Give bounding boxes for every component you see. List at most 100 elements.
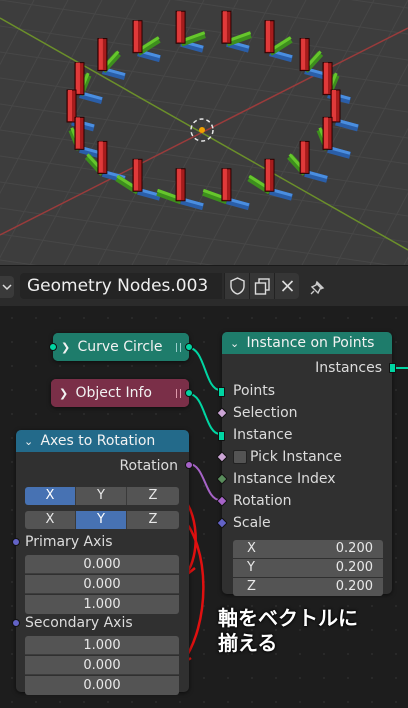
scale-y-field[interactable]: Y 0.200 [233, 559, 383, 577]
node-title: Instance on Points [246, 335, 375, 351]
curve-circle-header: ❯ Curve Circle [53, 333, 189, 361]
scale-input-label: Scale [233, 515, 271, 531]
secondary-axis-x-field[interactable]: 1.000 [25, 636, 179, 655]
grid-line [0, 0, 408, 61]
primary-axis-x-field[interactable]: 0.000 [25, 555, 179, 574]
curve-circle-node[interactable]: ❯ Curve Circle [49, 333, 193, 361]
axes-to-rotation-node[interactable]: ⌄ Axes to Rotation Rotation X Y Z X Y Z … [12, 430, 193, 695]
chevron-down-icon[interactable]: ⌄ [24, 431, 36, 453]
red-bar-highlight [75, 117, 80, 149]
primary-axis-label: Primary Axis [25, 534, 113, 550]
primary-axis-socket[interactable] [12, 538, 20, 546]
link-rotation-to-rotation [188, 463, 221, 501]
rotation-input-label: Rotation [233, 493, 292, 509]
primary-axis-z-field[interactable]: 1.000 [25, 595, 179, 614]
axis-option-z[interactable]: Z [127, 487, 179, 505]
primary-axis-selector: X Y Z [25, 487, 179, 505]
viewport-scene [0, 0, 408, 265]
points-input-label: Points [233, 383, 276, 399]
scale-z-field[interactable]: Z 0.200 [233, 578, 383, 596]
secondary-axis-selector: X Y Z [25, 511, 179, 529]
input-socket[interactable] [49, 343, 57, 351]
red-bar-highlight [177, 11, 182, 43]
secondary-axis-socket[interactable] [12, 619, 20, 627]
shield-icon[interactable] [224, 273, 249, 299]
red-bar-highlight [98, 38, 103, 70]
secondary-axis-z-field[interactable]: 0.000 [25, 676, 179, 695]
grid-line [173, 0, 408, 35]
red-bar-highlight [301, 141, 306, 173]
chevron-right-icon[interactable]: ❯ [59, 380, 71, 408]
chevron-right-icon[interactable]: ❯ [61, 334, 73, 362]
socket-handle-icon [176, 389, 181, 398]
red-bar-highlight [222, 168, 227, 200]
node-tree-name-field[interactable]: Geometry Nodes.003 [20, 273, 222, 299]
field-label: Z [247, 579, 256, 594]
red-bar-highlight [134, 20, 138, 52]
instance-input-label: Instance [233, 427, 293, 443]
axis-option-x[interactable]: X [25, 487, 76, 505]
red-bar-highlight [75, 62, 80, 94]
geometry-output-socket[interactable] [185, 343, 193, 351]
red-bar-highlight [98, 141, 103, 173]
scale-x-field[interactable]: X 0.200 [233, 540, 383, 558]
instance-on-points-node[interactable]: ⌄ Instance on Points Instances Points Se… [216, 332, 396, 596]
red-bar-highlight [68, 90, 72, 121]
rotation-output-socket[interactable] [185, 461, 193, 469]
selection-input-label: Selection [233, 405, 298, 421]
rotation-output-label: Rotation [119, 458, 178, 474]
red-bar-highlight [332, 90, 336, 121]
instance-gizmo [97, 38, 126, 80]
duplicate-icon[interactable] [249, 273, 274, 299]
red-bar-highlight [324, 62, 329, 94]
instances-output-socket[interactable] [389, 363, 396, 373]
node-title: Curve Circle [77, 339, 163, 355]
instances-output-label: Instances [315, 360, 382, 376]
origin-point [199, 127, 205, 133]
link-curve-to-points [188, 347, 221, 391]
link-objectinfo-to-instance [188, 393, 221, 435]
red-bar-highlight [222, 11, 227, 43]
object-info-node[interactable]: ❯ Object Info [51, 379, 193, 407]
pick-instance-label: Pick Instance [250, 449, 342, 465]
instance-gizmo [221, 10, 252, 53]
secondary-axis-label: Secondary Axis [25, 615, 133, 631]
annotation-line-1: 軸をベクトルに [218, 606, 358, 630]
3d-viewport[interactable] [0, 0, 408, 265]
socket-handle-icon [176, 343, 181, 352]
instance-gizmo [247, 158, 293, 201]
red-bar-highlight [301, 38, 306, 70]
axis-option-y[interactable]: Y [76, 487, 127, 505]
grid-line [0, 233, 215, 265]
object-info-header: ❯ Object Info [51, 379, 189, 407]
axis-option-y[interactable]: Y [76, 511, 127, 529]
instance-gizmo [264, 20, 293, 63]
red-bar-highlight [266, 159, 270, 191]
grid-line [0, 0, 69, 130]
dropdown-icon[interactable] [0, 276, 14, 298]
instance-input-socket[interactable] [218, 431, 225, 441]
chevron-down-icon[interactable]: ⌄ [230, 333, 242, 355]
pick-instance-checkbox[interactable] [233, 450, 247, 464]
annotation-text: 軸をベクトルに 揃える [218, 606, 358, 656]
grid-line [369, 192, 408, 265]
secondary-axis-y-field[interactable]: 0.000 [25, 656, 179, 675]
field-label: X [247, 541, 256, 556]
grid-line [0, 129, 408, 191]
axis-option-x[interactable]: X [25, 511, 76, 529]
geometry-output-socket[interactable] [185, 389, 193, 397]
points-input-socket[interactable] [218, 387, 225, 397]
field-value: 0.200 [335, 579, 373, 594]
primary-axis-y-field[interactable]: 0.000 [25, 575, 179, 594]
red-bar-highlight [266, 20, 270, 52]
pin-icon[interactable] [308, 277, 328, 297]
axis-option-z[interactable]: Z [127, 511, 179, 529]
axes-to-rotation-header: ⌄ Axes to Rotation [16, 430, 189, 452]
instance-gizmo [175, 10, 206, 53]
instance-gizmo [202, 168, 250, 211]
red-bar-highlight [324, 117, 329, 149]
node-editor-header: Geometry Nodes.003 [0, 265, 408, 307]
instance-gizmo [156, 168, 204, 211]
close-icon[interactable] [274, 273, 299, 299]
field-value: 0.200 [335, 560, 373, 575]
